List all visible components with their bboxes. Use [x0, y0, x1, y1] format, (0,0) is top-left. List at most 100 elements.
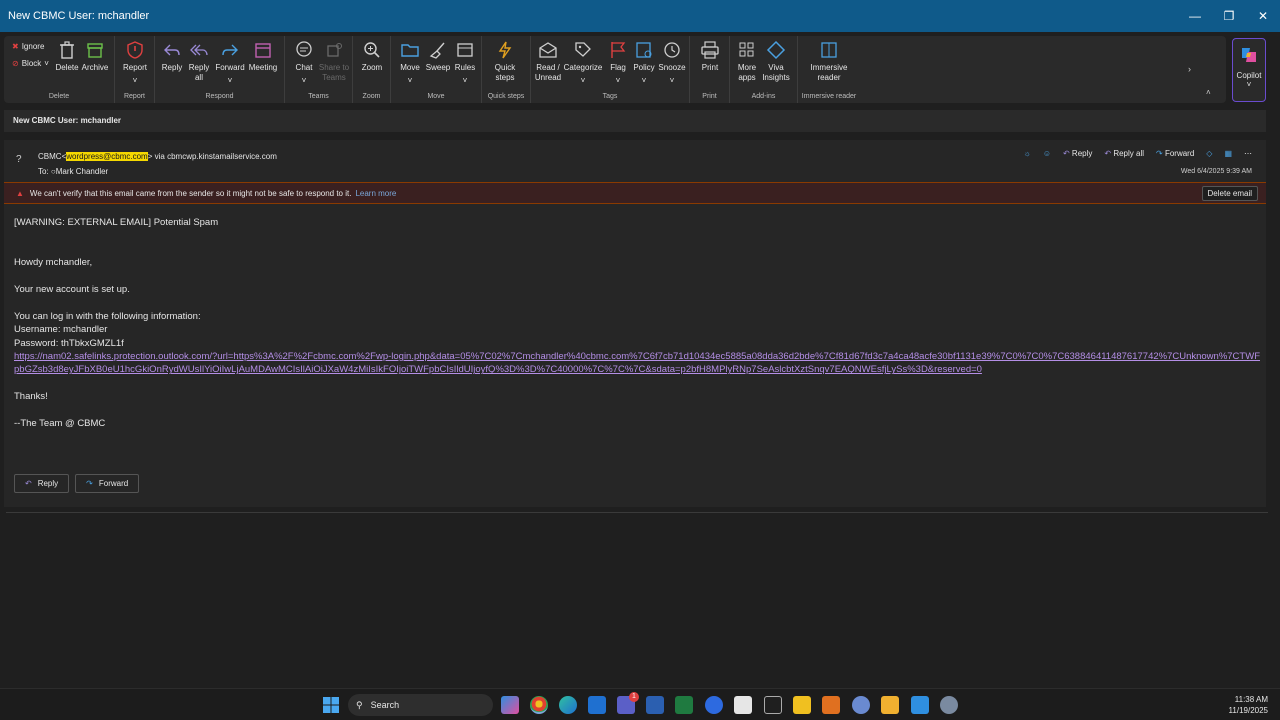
message-subject: New CBMC User: mchandler	[4, 110, 1266, 132]
sun-icon[interactable]: ☼	[1023, 149, 1030, 158]
reply-bottom-button[interactable]: ↶ Reply	[14, 474, 70, 493]
viva-insights-button[interactable]: Viva Insights	[759, 40, 793, 83]
apps-icon[interactable]: ▦	[1224, 149, 1232, 158]
sublime-icon[interactable]	[822, 696, 840, 714]
emoji-icon[interactable]: ☺	[1043, 149, 1051, 158]
settings-gear-icon[interactable]	[940, 696, 958, 714]
word-icon[interactable]	[646, 696, 664, 714]
read-unread-button[interactable]: Read / Unread	[531, 40, 565, 83]
sender-email[interactable]: wordpress@cbmc.com	[66, 152, 148, 161]
chevron-down-icon: ˅	[227, 76, 233, 85]
chevron-down-icon: ˅	[1246, 80, 1252, 89]
ribbon-group-respond: Reply Reply all Forward ˅ Meeting Respon…	[155, 36, 285, 103]
chevron-down-icon: ˅	[301, 76, 307, 85]
meeting-button[interactable]: Meeting	[246, 40, 280, 73]
chat-button[interactable]: Chat ˅	[287, 40, 321, 86]
ribbon-group-tags: Read / Unread Categorize ˅ Flag ˅ Policy…	[531, 36, 690, 103]
viva-icon[interactable]: ◇	[1206, 149, 1212, 158]
ribbon-group-teams: Chat ˅ Share to Teams Teams	[285, 36, 353, 103]
divider	[6, 512, 1268, 513]
shield-icon	[127, 41, 143, 59]
teams-icon	[327, 43, 342, 57]
recipient-line: To: ○Mark Chandler	[38, 167, 109, 176]
printer-icon	[701, 41, 719, 59]
file-explorer-icon[interactable]	[881, 696, 899, 714]
chevron-right-icon[interactable]: ›	[1188, 64, 1191, 74]
chevron-down-icon: ˅	[462, 76, 468, 85]
chevron-down-icon: ˅	[669, 76, 675, 85]
reply-all-button[interactable]: Reply all	[182, 40, 216, 83]
window-title: New CBMC User: mchandler	[8, 10, 150, 22]
zoom-app-icon[interactable]	[705, 696, 723, 714]
tag-icon	[575, 42, 591, 57]
forward-button[interactable]: Forward ˅	[213, 40, 247, 86]
system-clock[interactable]: 11:38 AM 11/19/2025	[1229, 694, 1268, 716]
notification-badge: 1	[629, 692, 639, 702]
minimize-button[interactable]: —	[1178, 0, 1212, 32]
remote-desktop-icon[interactable]	[911, 696, 929, 714]
collapse-ribbon-icon[interactable]: ˄	[1206, 88, 1211, 97]
chevron-down-icon: ˅	[580, 76, 586, 85]
copilot-button[interactable]: Copilot ˅	[1232, 38, 1266, 102]
chrome-icon[interactable]	[530, 696, 548, 714]
delete-email-button[interactable]: Delete email	[1201, 186, 1258, 201]
magnifier-icon	[364, 42, 380, 58]
reply-action[interactable]: ↶ Reply	[1063, 149, 1092, 158]
outlook-icon[interactable]	[588, 696, 606, 714]
close-button[interactable]: ✕	[1246, 0, 1280, 32]
block-button[interactable]: ⊘ Block ˅	[12, 59, 49, 68]
book-icon	[821, 42, 837, 58]
login-link[interactable]: https://nam02.safelinks.protection.outlo…	[14, 351, 1260, 375]
categorize-button[interactable]: Categorize ˅	[563, 40, 603, 86]
snipping-tool-icon[interactable]	[734, 696, 752, 714]
ignore-icon: ✖	[12, 42, 19, 51]
snooze-button[interactable]: Snooze ˅	[655, 40, 689, 86]
reading-pane: ? CBMC<wordpress@cbmc.com> via cbmcwp.ki…	[4, 140, 1266, 507]
envelope-open-icon	[539, 42, 557, 58]
more-options-icon[interactable]: ⋯	[1244, 149, 1252, 158]
forward-action[interactable]: ↷ Forward	[1156, 149, 1194, 158]
acrobat-icon[interactable]	[764, 696, 782, 714]
reply-all-action[interactable]: ↶ Reply all	[1104, 149, 1144, 158]
apps-grid-icon	[739, 42, 754, 57]
sticky-notes-icon[interactable]	[793, 696, 811, 714]
print-button[interactable]: Print	[693, 40, 727, 73]
ignore-button[interactable]: ✖ Ignore	[12, 42, 44, 51]
quick-steps-button[interactable]: Quick steps	[488, 40, 522, 83]
zoom-button[interactable]: Zoom	[355, 40, 389, 73]
recipient-name[interactable]: Mark Chandler	[56, 167, 108, 176]
teams-app-icon[interactable]: 1	[617, 692, 639, 714]
share-to-teams-button[interactable]: Share to Teams	[317, 40, 351, 83]
rules-button[interactable]: Rules ˅	[448, 40, 482, 86]
block-icon: ⊘	[12, 59, 19, 68]
immersive-reader-button[interactable]: Immersive reader	[808, 40, 850, 83]
clock-icon	[664, 42, 680, 58]
rules-icon	[457, 43, 473, 57]
archive-button[interactable]: Archive	[78, 40, 112, 73]
forward-bottom-button[interactable]: ↷ Forward	[75, 474, 140, 493]
ribbon-group-move: Move ˅ Sweep Rules ˅ Move	[391, 36, 482, 103]
quick-reply-bar: ↶ Reply ↷ Forward	[14, 474, 140, 493]
reply-icon	[164, 44, 180, 56]
ribbon-group-quick-steps: Quick steps Quick steps	[482, 36, 531, 103]
learn-more-link[interactable]: Learn more	[355, 189, 396, 198]
windows-start-icon[interactable]	[322, 696, 340, 714]
message-date: Wed 6/4/2025 9:39 AM	[1180, 168, 1252, 175]
reply-all-icon: ↶	[1104, 149, 1112, 158]
folder-move-icon	[401, 44, 419, 57]
edge-icon[interactable]	[559, 696, 577, 714]
vpn-icon[interactable]	[852, 696, 870, 714]
restore-button[interactable]: ❐	[1212, 0, 1246, 32]
sender[interactable]: CBMC<wordpress@cbmc.com> via cbmcwp.kins…	[38, 152, 277, 161]
copilot-app-icon[interactable]	[501, 696, 519, 714]
lightning-icon	[498, 41, 512, 59]
reply-icon: ↶	[1062, 149, 1070, 158]
chevron-down-icon: ˅	[44, 59, 49, 68]
policy-icon	[636, 42, 652, 58]
archive-icon	[87, 43, 103, 58]
ribbon-group-print: Print Print	[690, 36, 730, 103]
avatar: ?	[16, 154, 22, 165]
taskbar-search[interactable]: ⚲ Search	[348, 694, 493, 716]
excel-icon[interactable]	[675, 696, 693, 714]
report-button[interactable]: Report ˅	[118, 40, 152, 86]
